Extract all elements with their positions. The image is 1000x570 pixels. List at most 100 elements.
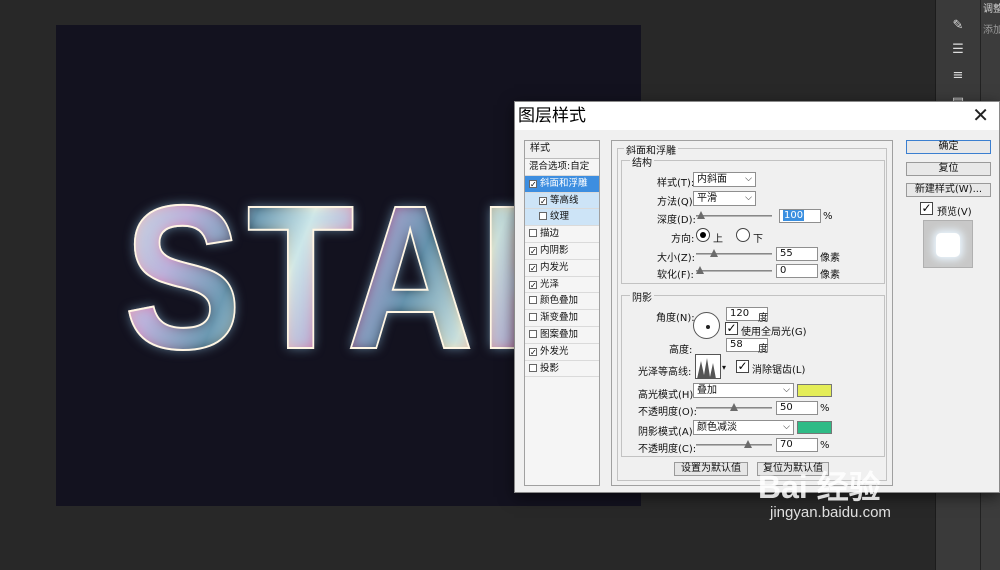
contour-dropdown-icon[interactable]: ▾ xyxy=(722,363,726,372)
panel-label: 添加 xyxy=(983,25,1000,36)
style-checkbox[interactable] xyxy=(529,296,537,305)
preview-swatch xyxy=(936,233,960,257)
watermark-url: jingyan.baidu.com xyxy=(770,504,891,521)
style-preview-thumbnail xyxy=(923,220,973,268)
highlight-mode-select[interactable]: 叠加 ⌵ xyxy=(693,383,794,398)
size-label: 大小(Z): xyxy=(657,253,696,264)
style-checkbox[interactable]: ✓ xyxy=(539,196,547,205)
highlight-opacity-label: 不透明度(O): xyxy=(638,407,698,418)
depth-label: 深度(D): xyxy=(657,215,696,226)
style-item[interactable]: 投影 xyxy=(525,361,599,378)
technique-select[interactable]: 平滑 ⌵ xyxy=(693,191,756,206)
direction-up-radio[interactable] xyxy=(696,228,710,242)
styles-header[interactable]: 样式 xyxy=(525,141,599,159)
chevron-down-icon: ⌵ xyxy=(783,422,790,432)
global-light-checkbox[interactable]: ✓ xyxy=(725,322,738,335)
contour-curve-icon xyxy=(697,358,716,378)
sliders-icon[interactable]: ☰ xyxy=(948,42,968,58)
style-item[interactable]: ✓ 斜面和浮雕 xyxy=(525,175,599,193)
style-item[interactable]: 图案叠加 xyxy=(525,327,599,344)
close-icon[interactable]: ✕ xyxy=(972,104,989,126)
preview-checkbox[interactable]: ✓ xyxy=(920,202,933,215)
style-checkbox[interactable]: ✓ xyxy=(529,347,537,356)
technique-label: 方法(Q): xyxy=(657,197,697,208)
style-item[interactable]: 描边 xyxy=(525,226,599,243)
style-item-label: 描边 xyxy=(540,228,560,240)
antialias-checkbox[interactable]: ✓ xyxy=(736,360,749,373)
dialog-titlebar[interactable]: 图层样式 ✕ xyxy=(515,102,999,130)
ok-button[interactable]: 确定 xyxy=(906,140,991,154)
style-label: 样式(T): xyxy=(657,178,695,189)
bevel-emboss-panel: 斜面和浮雕 结构 样式(T): 内斜面 ⌵ 方法(Q): 平滑 ⌵ 深度(D): 1… xyxy=(611,140,893,486)
shadow-mode-select[interactable]: 颜色减淡 ⌵ xyxy=(693,420,794,435)
style-item[interactable]: ✓ 光泽 xyxy=(525,277,599,294)
size-slider-thumb[interactable] xyxy=(709,249,718,257)
highlight-opacity-thumb[interactable] xyxy=(730,403,738,411)
style-item[interactable]: ✓ 内发光 xyxy=(525,260,599,277)
style-item[interactable]: 纹理 xyxy=(525,209,599,227)
highlight-opacity-input[interactable]: 50 xyxy=(776,401,818,415)
style-checkbox[interactable] xyxy=(529,363,537,372)
soften-slider[interactable] xyxy=(696,266,772,274)
shadow-color-swatch[interactable] xyxy=(797,421,832,434)
style-item[interactable]: ✓ 内阴影 xyxy=(525,243,599,260)
shading-title: 阴影 xyxy=(630,289,654,304)
reset-button[interactable]: 复位 xyxy=(906,162,991,176)
style-item-label: 内阴影 xyxy=(540,244,569,256)
altitude-label: 高度: xyxy=(669,345,693,356)
gloss-contour-preview[interactable] xyxy=(695,354,721,379)
style-item-label: 斜面和浮雕 xyxy=(540,177,588,189)
style-item-label: 图案叠加 xyxy=(540,328,579,340)
panel-label: 调整 xyxy=(983,4,1000,15)
direction-up-label: 上 xyxy=(713,234,723,245)
style-item-label: 纹理 xyxy=(550,211,570,223)
soften-label: 软化(F): xyxy=(657,270,694,281)
bevel-style-select[interactable]: 内斜面 ⌵ xyxy=(693,172,756,187)
highlight-opacity-slider[interactable] xyxy=(696,403,772,411)
style-item-label: 等高线 xyxy=(550,194,579,206)
direction-down-radio[interactable] xyxy=(736,228,750,242)
style-item-label: 投影 xyxy=(540,362,560,374)
shadow-opacity-input[interactable]: 70 xyxy=(776,438,818,452)
shadow-mode-label: 阴影模式(A): xyxy=(638,427,697,438)
style-checkbox[interactable] xyxy=(539,212,547,221)
blend-options-item[interactable]: 混合选项:自定 xyxy=(525,159,599,176)
direction-down-label: 下 xyxy=(753,234,763,245)
angle-dial[interactable] xyxy=(693,312,720,339)
style-checkbox[interactable] xyxy=(529,229,537,238)
new-style-button[interactable]: 新建样式(W)... xyxy=(906,183,991,197)
style-checkbox[interactable]: ✓ xyxy=(529,263,537,272)
style-item[interactable]: 颜色叠加 xyxy=(525,293,599,311)
altitude-unit: 度 xyxy=(758,344,768,355)
style-checkbox[interactable]: ✓ xyxy=(529,280,537,289)
size-input[interactable]: 55 xyxy=(776,247,818,261)
depth-slider[interactable] xyxy=(696,211,772,219)
make-default-button[interactable]: 设置为默认值 xyxy=(674,462,748,476)
style-item[interactable]: 渐变叠加 xyxy=(525,310,599,327)
style-checkbox[interactable] xyxy=(529,329,537,338)
watermark-brand: Bai 经验 xyxy=(758,469,881,505)
soften-input[interactable]: 0 xyxy=(776,264,818,278)
depth-slider-thumb[interactable] xyxy=(697,211,706,219)
brush-tool-icon[interactable]: ✎ xyxy=(948,18,968,34)
chevron-down-icon: ⌵ xyxy=(745,193,752,203)
gloss-contour-label: 光泽等高线: xyxy=(638,367,692,378)
style-item[interactable]: ✓ 外发光 xyxy=(525,344,599,361)
style-checkbox[interactable]: ✓ xyxy=(529,179,537,188)
depth-input[interactable]: 100 xyxy=(779,209,821,223)
highlight-color-swatch[interactable] xyxy=(797,384,832,397)
shadow-opacity-thumb[interactable] xyxy=(743,440,752,448)
size-unit: 像素 xyxy=(820,253,840,264)
layer-style-dialog: 图层样式 ✕ 样式 混合选项:自定 ✓ 斜面和浮雕 ✓ 等高线 纹理 描边 ✓ 内阴影 ✓ 内发光… xyxy=(514,101,1000,493)
paragraph-icon[interactable]: ≡ xyxy=(948,68,968,84)
size-slider[interactable] xyxy=(696,249,772,257)
shadow-opacity-label: 不透明度(C): xyxy=(638,444,697,455)
style-checkbox[interactable] xyxy=(529,313,537,322)
soften-unit: 像素 xyxy=(820,270,840,281)
highlight-mode-label: 高光模式(H): xyxy=(638,390,697,401)
soften-slider-thumb[interactable] xyxy=(696,266,704,274)
shadow-opacity-slider[interactable] xyxy=(696,440,772,448)
style-checkbox[interactable]: ✓ xyxy=(529,246,537,255)
style-item-label: 渐变叠加 xyxy=(540,312,579,324)
style-item[interactable]: ✓ 等高线 xyxy=(525,192,599,210)
